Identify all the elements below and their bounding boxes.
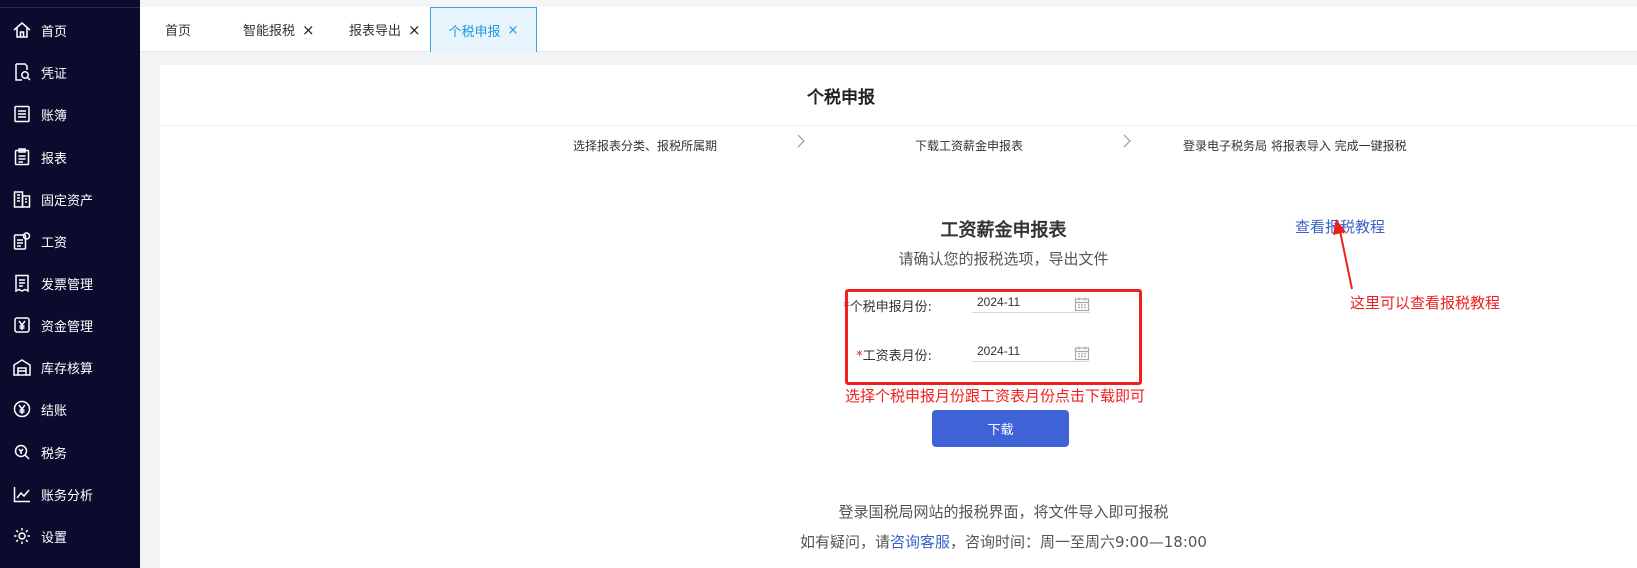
gear-icon: [11, 525, 33, 547]
voucher-search-icon: [11, 61, 33, 83]
tax-month-input[interactable]: [972, 291, 1090, 313]
tutorial-note: 这里可以查看报税教程: [1350, 294, 1501, 312]
close-icon[interactable]: ×: [302, 21, 315, 39]
info-line-1: 登录国税局网站的报税界面，将文件导入即可报税: [838, 503, 1169, 521]
ledger-icon: [11, 103, 33, 125]
close-icon[interactable]: ×: [508, 23, 519, 38]
calendar-icon[interactable]: [1074, 345, 1090, 361]
tab-label: 报表导出: [349, 24, 402, 39]
chart-line-icon: [11, 483, 33, 505]
step-1: 选择报表分类、报税所属期: [573, 139, 718, 153]
form-title: 工资薪金申报表: [940, 220, 1067, 241]
sidebar-item-label: 资金管理: [41, 319, 94, 335]
sidebar-item-label: 发票管理: [41, 277, 94, 293]
invoice-icon: [11, 272, 33, 294]
sidebar-item-label: 结账: [41, 403, 68, 419]
download-button[interactable]: 下载: [932, 410, 1069, 447]
tab-bar: 首页 智能报税 × 报表导出 × 个税申报 ×: [140, 0, 1637, 52]
clipboard-icon: [11, 146, 33, 168]
tab-label: 个税申报: [448, 24, 501, 40]
tax-month-label: *个税申报月份:: [843, 300, 932, 315]
customer-service-link[interactable]: 咨询客服: [890, 533, 950, 551]
sidebar-item-label: 税务: [41, 446, 68, 462]
tax-icon: [11, 441, 33, 463]
yen-circle-icon: [11, 398, 33, 420]
salary-icon: [11, 230, 33, 252]
warehouse-icon: [11, 356, 33, 378]
tab-personal-tax[interactable]: 个税申报 ×: [430, 7, 537, 52]
select-months-note: 选择个税申报月份跟工资表月份点击下载即可: [845, 387, 1146, 405]
tab-bar-top-strip: [140, 0, 1637, 7]
building-icon: [11, 188, 33, 210]
sidebar-item-label: 凭证: [41, 66, 68, 82]
page-title: 个税申报: [807, 88, 875, 108]
sidebar-top-divider: [0, 7, 140, 8]
sidebar-item-label: 库存核算: [41, 361, 94, 377]
sidebar-item-analysis[interactable]: 账务分析: [0, 479, 140, 509]
calendar-icon[interactable]: [1074, 296, 1090, 312]
step-2: 下载工资薪金申报表: [915, 139, 1024, 153]
sidebar-item-reports[interactable]: 报表: [0, 142, 140, 172]
sidebar-item-inventory[interactable]: 库存核算: [0, 352, 140, 382]
sidebar-item-voucher[interactable]: 凭证: [0, 57, 140, 87]
main-card: 个税申报 选择报表分类、报税所属期 下载工资薪金申报表 登录电子税务局 将报表导…: [160, 65, 1637, 568]
sidebar-item-label: 固定资产: [41, 193, 94, 209]
tab-report-export[interactable]: 报表导出 ×: [349, 7, 421, 52]
tab-label: 首页: [165, 24, 192, 39]
tutorial-link[interactable]: 查看报税教程: [1295, 216, 1385, 237]
sidebar: 首页 凭证 账簿 报表 固定资产 工资 发票管理 资金管理 库存核算 结账 税务: [0, 0, 140, 568]
info-line-2: 如有疑问，请咨询客服，咨询时间：周一至周六9:00—18:00: [800, 533, 1207, 551]
form-subtitle: 请确认您的报税选项，导出文件: [898, 250, 1109, 268]
sidebar-item-ledger[interactable]: 账簿: [0, 99, 140, 129]
title-divider: [160, 125, 1637, 126]
sidebar-item-tax[interactable]: 税务: [0, 437, 140, 467]
sidebar-item-invoice[interactable]: 发票管理: [0, 268, 140, 298]
yen-box-icon: [11, 314, 33, 336]
sidebar-item-label: 账务分析: [41, 488, 94, 504]
chevron-right-icon: [1121, 133, 1133, 149]
chevron-right-icon: [795, 133, 807, 149]
step-3: 登录电子税务局 将报表导入 完成一键报税: [1183, 139, 1407, 153]
sidebar-item-label: 工资: [41, 235, 68, 251]
sidebar-item-label: 账簿: [41, 108, 68, 124]
sidebar-item-label: 设置: [41, 530, 68, 546]
sidebar-item-funds[interactable]: 资金管理: [0, 310, 140, 340]
sidebar-item-home[interactable]: 首页: [0, 15, 140, 45]
sidebar-item-label: 首页: [41, 24, 68, 40]
tab-smart-tax[interactable]: 智能报税 ×: [243, 7, 315, 52]
salary-month-input[interactable]: [972, 340, 1090, 362]
sidebar-item-closing[interactable]: 结账: [0, 394, 140, 424]
close-icon[interactable]: ×: [408, 21, 421, 39]
salary-month-label: *工资表月份:: [856, 349, 932, 364]
tab-label: 智能报税: [243, 24, 296, 39]
tab-home[interactable]: 首页: [165, 7, 191, 52]
home-icon: [11, 19, 33, 41]
sidebar-item-salary[interactable]: 工资: [0, 226, 140, 256]
sidebar-item-settings[interactable]: 设置: [0, 521, 140, 551]
sidebar-item-label: 报表: [41, 151, 68, 167]
sidebar-item-fixed-assets[interactable]: 固定资产: [0, 184, 140, 214]
